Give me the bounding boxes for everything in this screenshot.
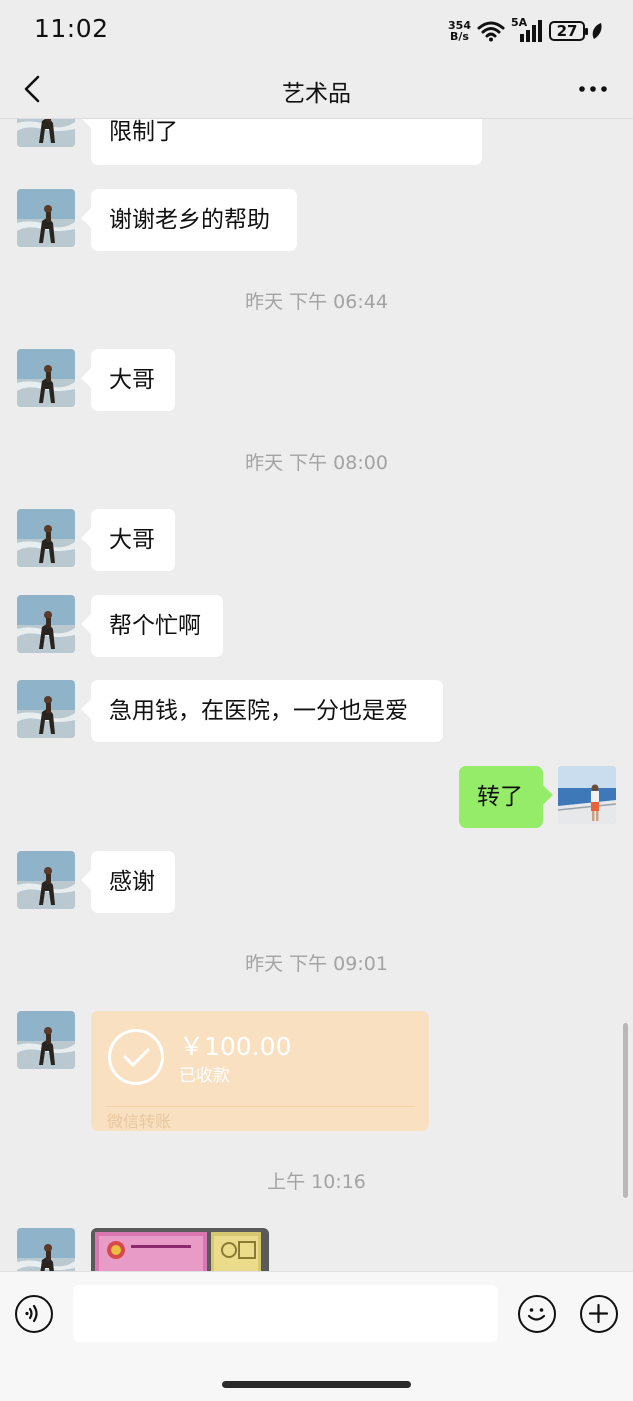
more-icon: [579, 86, 607, 92]
timestamp: 昨天 下午 09:01: [245, 953, 388, 975]
check-circle-icon: [108, 1029, 164, 1085]
message-text: 帮个忙啊: [109, 613, 201, 639]
chat-title: 艺术品: [282, 81, 351, 107]
contact-avatar[interactable]: [17, 1228, 75, 1271]
message-input[interactable]: [73, 1285, 498, 1342]
image-message[interactable]: [91, 1228, 269, 1271]
plus-icon: [588, 1303, 609, 1324]
transfer-amount: ￥100.00: [179, 1032, 292, 1061]
voice-button[interactable]: [15, 1295, 53, 1333]
transfer-card[interactable]: ￥100.00 已收款 微信转账: [91, 1011, 429, 1131]
message-text: 急用钱，在医院，一分也是爱: [109, 698, 408, 724]
contact-avatar[interactable]: [17, 595, 75, 653]
divider: [105, 1106, 415, 1107]
message-bubble[interactable]: 帮个忙啊: [91, 595, 223, 657]
contact-avatar[interactable]: [17, 349, 75, 407]
message-bubble[interactable]: 大哥: [91, 349, 175, 411]
status-bar: 11:02 354 B/s 5A 27: [0, 0, 633, 60]
message-bubble[interactable]: 急用钱，在医院，一分也是爱: [91, 680, 443, 742]
contact-avatar[interactable]: [17, 119, 75, 147]
battery-level: 27: [556, 22, 578, 40]
battery-icon: 27: [549, 21, 588, 41]
add-button[interactable]: [580, 1295, 618, 1333]
emoji-icon: [527, 1308, 546, 1321]
message-bubble[interactable]: 大哥: [91, 509, 175, 571]
signal-icon: 5A: [511, 16, 543, 43]
timestamp: 上午 10:16: [267, 1171, 366, 1193]
my-avatar[interactable]: [558, 766, 616, 824]
contact-avatar[interactable]: [17, 1011, 75, 1069]
scrollbar[interactable]: [623, 1023, 628, 1198]
message-bubble[interactable]: 感谢: [91, 851, 175, 913]
message-bubble[interactable]: 谢谢老乡的帮助: [91, 189, 297, 251]
message-text: 限制了: [109, 119, 178, 145]
more-options-button[interactable]: [577, 74, 609, 104]
home-indicator[interactable]: [222, 1381, 411, 1388]
message-text: 大哥: [109, 367, 155, 393]
emoji-button[interactable]: [518, 1295, 556, 1333]
voice-icon: [25, 1304, 38, 1323]
status-icons: 354 B/s 5A 27: [448, 16, 603, 44]
chat-header: 艺术品: [0, 60, 633, 119]
message-list[interactable]: 限制了 谢谢老乡的帮助 昨天 下午 06:44 大哥 昨天 下午 08:00 大…: [0, 119, 633, 1271]
transfer-status: 已收款: [179, 1066, 230, 1086]
transfer-footer: 微信转账: [107, 1112, 172, 1131]
contact-avatar[interactable]: [17, 189, 75, 247]
contact-avatar[interactable]: [17, 680, 75, 738]
contact-avatar[interactable]: [17, 851, 75, 909]
message-bubble[interactable]: 转了: [459, 766, 543, 828]
leaf-icon: [592, 23, 602, 39]
message-text: 谢谢老乡的帮助: [109, 207, 270, 233]
message-text: 转了: [477, 784, 523, 810]
network-speed-unit: B/s: [450, 30, 469, 43]
network-speed: 354 B/s: [448, 20, 471, 42]
timestamp: 昨天 下午 08:00: [245, 452, 388, 474]
wifi-icon: [477, 21, 505, 42]
status-time: 11:02: [34, 14, 109, 43]
timestamp: 昨天 下午 06:44: [245, 291, 388, 313]
message-text: 大哥: [109, 527, 155, 553]
message-bubble[interactable]: 限制了: [91, 119, 482, 165]
message-text: 感谢: [109, 869, 155, 895]
contact-avatar[interactable]: [17, 509, 75, 567]
